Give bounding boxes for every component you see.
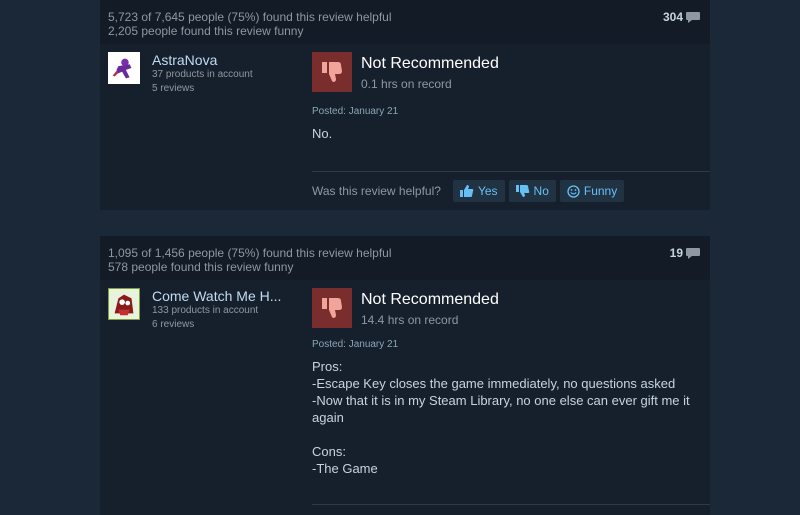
comment-count: 19 (669, 246, 683, 260)
review-card: 1,095 of 1,456 people (75%) found this r… (100, 236, 710, 515)
hours-on-record: 14.4 hrs on record (361, 313, 459, 327)
author-name[interactable]: AstraNova (152, 52, 253, 68)
comment-bubble-icon (686, 11, 700, 23)
vote-funny-label: Funny (583, 184, 618, 198)
thumbs-down-icon (312, 52, 352, 92)
vote-funny-button[interactable]: Funny (559, 180, 625, 202)
vote-no-button[interactable]: No (508, 180, 556, 202)
helpful-count: 5,723 of 7,645 people (75%) found this r… (108, 10, 392, 24)
review-author[interactable]: AstraNova 37 products in account 5 revie… (108, 52, 253, 96)
divider (312, 171, 710, 172)
funny-count: 578 people found this review funny (108, 260, 294, 274)
comments-link[interactable]: 304 (663, 10, 701, 24)
review-card: 5,723 of 7,645 people (75%) found this r… (100, 0, 710, 210)
review-body: No. (312, 126, 333, 141)
helpful-summary: 5,723 of 7,645 people (75%) found this r… (108, 10, 392, 38)
review-author[interactable]: Come Watch Me H... 133 products in accou… (108, 288, 281, 332)
divider (312, 504, 710, 505)
hours-on-record: 0.1 hrs on record (361, 77, 452, 91)
author-reviews[interactable]: 6 reviews (152, 318, 281, 332)
comment-bubble-icon (686, 247, 700, 259)
vote-yes-label: Yes (477, 184, 498, 198)
thumbs-up-icon (459, 185, 474, 197)
author-name[interactable]: Come Watch Me H... (152, 288, 281, 304)
author-products[interactable]: 133 products in account (152, 304, 281, 318)
avatar[interactable] (108, 288, 140, 320)
smiley-icon (567, 184, 580, 198)
vote-question: Was this review helpful? (312, 184, 441, 198)
review-body: Pros: -Escape Key closes the game immedi… (312, 359, 690, 476)
vote-yes-button[interactable]: Yes (452, 180, 505, 202)
posted-date: Posted: January 21 (312, 339, 399, 350)
funny-count: 2,205 people found this review funny (108, 24, 304, 38)
review-header: 1,095 of 1,456 people (75%) found this r… (100, 236, 710, 280)
comments-link[interactable]: 19 (670, 246, 701, 260)
author-reviews[interactable]: 5 reviews (152, 82, 253, 96)
vote-row: Was this review helpful? Yes No Funny (312, 180, 628, 202)
thumbs-down-icon (515, 185, 529, 197)
comment-count: 304 (662, 10, 683, 24)
helpful-summary: 1,095 of 1,456 people (75%) found this r… (108, 246, 392, 274)
posted-date: Posted: January 21 (312, 106, 399, 117)
thumbs-down-icon (312, 288, 352, 328)
vote-no-label: No (533, 184, 549, 198)
verdict-title: Not Recommended (361, 55, 499, 72)
verdict-title: Not Recommended (361, 291, 499, 308)
helpful-count: 1,095 of 1,456 people (75%) found this r… (108, 246, 392, 260)
review-header: 5,723 of 7,645 people (75%) found this r… (100, 0, 710, 44)
avatar[interactable] (108, 52, 140, 84)
review-verdict: Not Recommended 14.4 hrs on record (312, 288, 499, 328)
author-products[interactable]: 37 products in account (152, 68, 253, 82)
review-verdict: Not Recommended 0.1 hrs on record (312, 52, 499, 92)
